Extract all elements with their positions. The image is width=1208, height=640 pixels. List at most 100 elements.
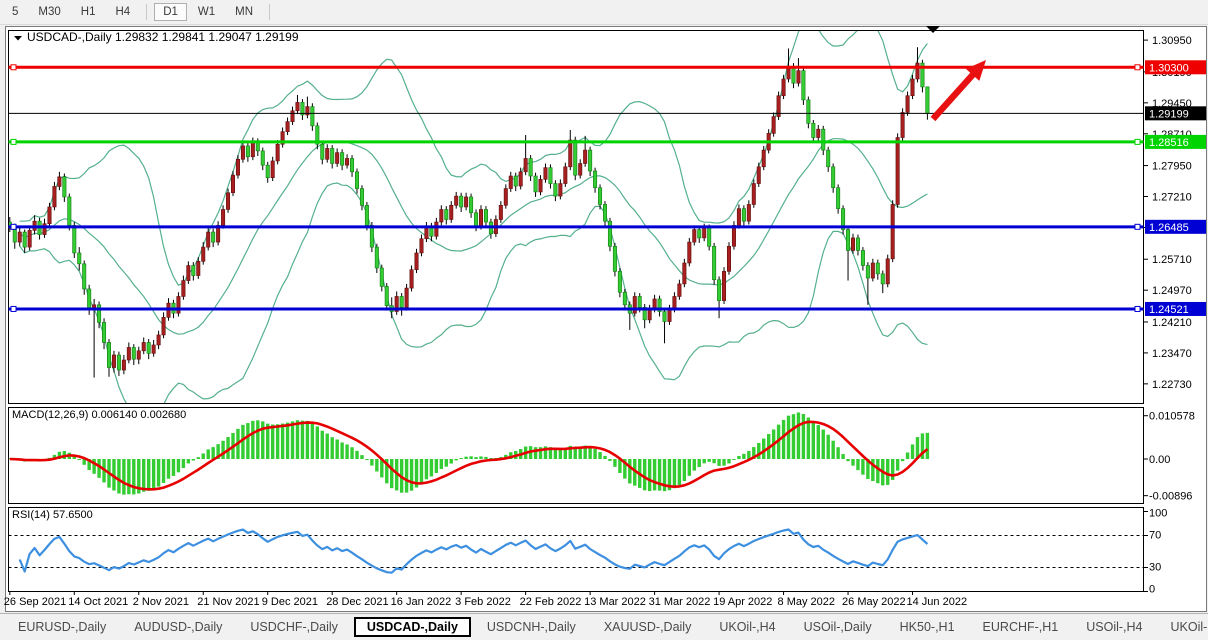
candle-bear xyxy=(97,305,100,323)
macd-tick-label: 0.00 xyxy=(1149,454,1170,466)
timeframe-button-mn[interactable]: MN xyxy=(226,3,262,21)
candle-bull xyxy=(851,238,854,251)
macd-bar xyxy=(187,459,190,463)
candle-bull xyxy=(231,175,234,193)
timeframe-button-w1[interactable]: W1 xyxy=(189,3,224,21)
candle-bull xyxy=(236,159,239,175)
chart-tab-eurchf-h1[interactable]: EURCHF-,H1 xyxy=(971,617,1071,637)
timeframe-button-d1[interactable]: D1 xyxy=(154,3,187,21)
main-pane[interactable] xyxy=(9,31,1144,404)
candle-bull xyxy=(326,148,329,159)
toolbar-separator xyxy=(269,4,270,20)
line-handle[interactable] xyxy=(11,224,16,229)
macd-bar xyxy=(251,421,254,459)
candle-bull xyxy=(747,204,750,221)
candle-bull xyxy=(693,230,696,243)
macd-bar xyxy=(162,459,165,483)
line-handle[interactable] xyxy=(1135,65,1140,70)
candle-bear xyxy=(375,247,378,268)
candle-bull xyxy=(564,167,567,184)
candle-bear xyxy=(598,188,601,205)
chart-tab-usoil-h4[interactable]: USOil-,H4 xyxy=(1074,617,1154,637)
chart-tab-usdcad-daily[interactable]: USDCAD-,Daily xyxy=(354,617,471,637)
macd-bar xyxy=(648,459,651,491)
candle-bull xyxy=(420,239,423,253)
macd-bar xyxy=(598,452,601,459)
candle-bear xyxy=(385,286,388,305)
time-tick-label: 13 Mar 2022 xyxy=(584,596,646,608)
price-badge-text: 1.30300 xyxy=(1149,62,1189,74)
candle-bull xyxy=(544,168,547,180)
chart-tab-usoil-daily[interactable]: USOil-,Daily xyxy=(792,617,884,637)
macd-bar xyxy=(782,420,785,459)
macd-bar xyxy=(812,422,815,459)
candle-bear xyxy=(147,342,150,353)
chart-tab-usdchf-daily[interactable]: USDCHF-,Daily xyxy=(238,617,350,637)
macd-bar xyxy=(306,421,309,459)
macd-bar xyxy=(787,416,790,459)
macd-bar xyxy=(554,449,557,459)
macd-bar xyxy=(802,414,805,459)
macd-bar xyxy=(841,454,844,459)
timeframe-button-5[interactable]: 5 xyxy=(3,3,27,21)
toolbar-separator xyxy=(146,4,147,20)
time-tick-label: 16 Jan 2022 xyxy=(391,596,452,608)
macd-bar xyxy=(469,456,472,459)
candle-bear xyxy=(717,280,720,301)
candle-bull xyxy=(410,270,413,288)
chart-tab-ukoil-h4[interactable]: UKOil-,H4 xyxy=(707,617,787,637)
line-handle[interactable] xyxy=(11,139,16,144)
chart-tab-ukoil-h4[interactable]: UKOil-,H4 xyxy=(1159,617,1208,637)
candle-bear xyxy=(638,296,641,307)
candle-bull xyxy=(722,271,725,300)
candle-bull xyxy=(901,112,904,137)
candle-bear xyxy=(866,266,869,279)
chart-tab-audusd-daily[interactable]: AUDUSD-,Daily xyxy=(122,617,234,637)
chart-tab-xauusd-daily[interactable]: XAUUSD-,Daily xyxy=(592,617,704,637)
candle-bull xyxy=(757,167,760,184)
line-handle[interactable] xyxy=(1135,224,1140,229)
candle-bull xyxy=(896,138,899,205)
candle-bull xyxy=(871,263,874,278)
line-handle[interactable] xyxy=(1135,306,1140,311)
chart-tab-usdcnh-daily[interactable]: USDCNH-,Daily xyxy=(475,617,588,637)
candle-bull xyxy=(504,189,507,206)
candle-bull xyxy=(688,242,691,263)
macd-bar xyxy=(390,459,393,488)
timeframe-button-h1[interactable]: H1 xyxy=(72,3,105,21)
macd-bar xyxy=(276,424,279,459)
line-handle[interactable] xyxy=(11,65,16,70)
price-badge-1.30300: 1.30300 xyxy=(1145,60,1206,74)
candle-bear xyxy=(707,228,710,246)
candle-bear xyxy=(380,268,383,286)
candle-bear xyxy=(712,246,715,279)
macd-tick-label: -0.00896 xyxy=(1149,491,1192,503)
macd-bar xyxy=(147,459,150,491)
macd-bar xyxy=(658,459,661,491)
macd-bar xyxy=(831,441,834,459)
chart-tab-eurusd-daily[interactable]: EURUSD-,Daily xyxy=(6,617,118,637)
candle-bull xyxy=(296,102,299,110)
candle-bear xyxy=(246,146,249,157)
chart-tab-hk50-h1[interactable]: HK50-,H1 xyxy=(888,617,967,637)
candle-bull xyxy=(197,261,200,275)
rsi-tick-label: 70 xyxy=(1149,530,1161,542)
macd-bar xyxy=(370,459,373,466)
candle-bear xyxy=(459,196,462,207)
chart-area[interactable]: USDCAD-,Daily 1.29832 1.29841 1.29047 1.… xyxy=(0,25,1208,613)
macd-bar xyxy=(698,459,701,467)
macd-bar xyxy=(896,459,899,471)
candle-bear xyxy=(792,66,795,83)
timeframe-toolbar: 5M30H1H4 D1W1MN xyxy=(0,0,1208,25)
macd-bar xyxy=(182,459,185,468)
candle-bear xyxy=(812,123,815,137)
price-tick-label: 1.30950 xyxy=(1152,35,1192,47)
macd-bar xyxy=(464,457,467,459)
macd-bar xyxy=(221,441,224,459)
macd-bar xyxy=(355,451,358,459)
timeframe-button-h4[interactable]: H4 xyxy=(106,3,139,21)
line-handle[interactable] xyxy=(11,306,16,311)
line-handle[interactable] xyxy=(1135,139,1140,144)
timeframe-button-m30[interactable]: M30 xyxy=(29,3,69,21)
candle-bear xyxy=(400,296,403,307)
